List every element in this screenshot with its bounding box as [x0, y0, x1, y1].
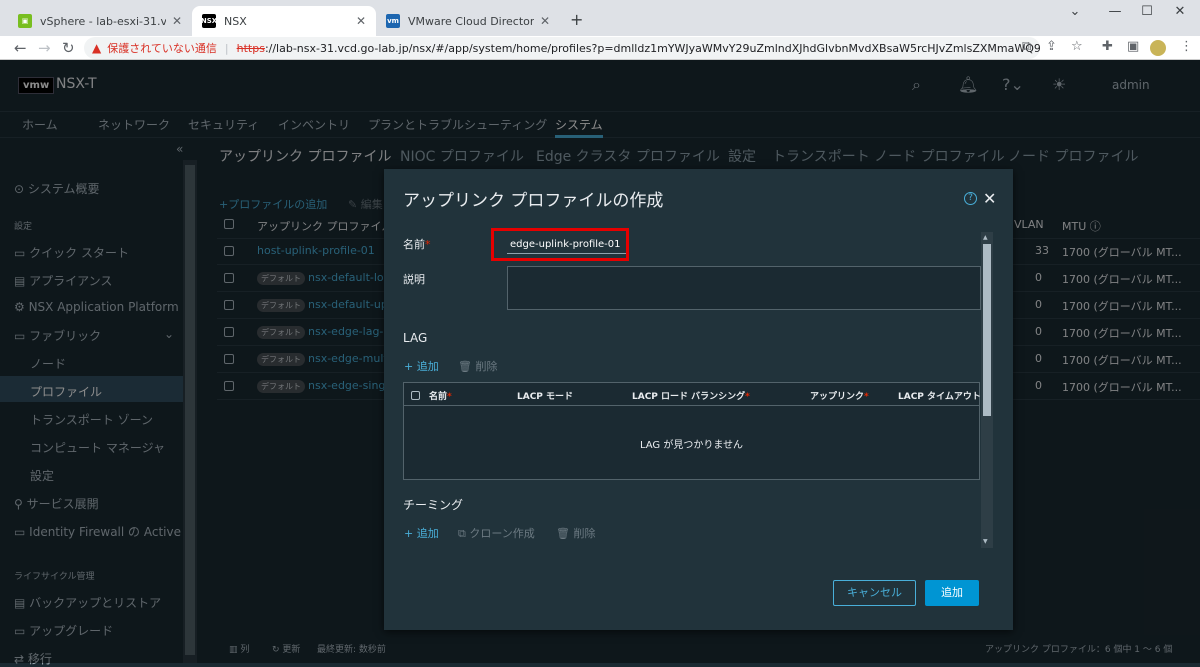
- url-scheme: https: [236, 41, 265, 55]
- lag-empty-message: LAG が見つかりません: [639, 440, 744, 451]
- sidepanel-icon[interactable]: ▣: [1127, 39, 1139, 54]
- insecure-label: 保護されていない通信: [107, 42, 217, 55]
- tab-search-icon[interactable]: ⌄: [1055, 0, 1095, 24]
- dialog-scroll-thumb[interactable]: [983, 244, 991, 416]
- lag-col-uplinks[interactable]: アップリンク*: [810, 389, 869, 402]
- url-field[interactable]: ▲ 保護されていない通信 | https ://lab-nsx-31.vcd.g…: [84, 37, 1040, 59]
- address-bar-row: ← → ↻ ▲ 保護されていない通信 | https ://lab-nsx-31…: [0, 36, 1200, 60]
- lag-col-lacp-mode[interactable]: LACP モード: [517, 389, 573, 402]
- tab-title: vSphere - lab-esxi-31.vcd.go-lab: [40, 14, 166, 28]
- menu-icon[interactable]: ⋮: [1180, 39, 1193, 54]
- reload-icon[interactable]: ↻: [62, 38, 75, 58]
- close-icon[interactable]: ✕: [172, 14, 182, 28]
- bookmark-star-icon[interactable]: ☆: [1071, 39, 1083, 54]
- lag-section-title: LAG: [403, 331, 428, 345]
- close-icon[interactable]: ✕: [540, 14, 550, 28]
- description-textarea[interactable]: [507, 266, 981, 310]
- vsphere-icon: ▣: [18, 14, 32, 28]
- teaming-clone-button[interactable]: ⧉ クローン作成: [458, 525, 535, 541]
- add-button[interactable]: 追加: [925, 580, 979, 606]
- lag-col-lacp-timeout[interactable]: LACP タイムアウト: [898, 389, 980, 402]
- lag-col-lacp-lb[interactable]: LACP ロード バランシング*: [632, 389, 750, 402]
- url-text: ://lab-nsx-31.vcd.go-lab.jp/nsx/#/app/sy…: [264, 41, 1040, 55]
- nsx-icon: NSX: [201, 14, 217, 28]
- browser-tab-strip: ▣ vSphere - lab-esxi-31.vcd.go-lab ✕ NSX…: [0, 0, 1200, 36]
- close-icon[interactable]: ✕: [356, 14, 366, 28]
- teaming-add-button[interactable]: + 追加: [404, 525, 439, 541]
- close-icon[interactable]: ✕: [983, 189, 996, 208]
- share-icon[interactable]: ⇪: [1046, 39, 1057, 54]
- teaming-section-title: チーミング: [403, 498, 464, 512]
- translate-icon[interactable]: ⧉: [1022, 39, 1031, 54]
- warning-icon: ▲: [92, 41, 102, 55]
- cancel-button[interactable]: キャンセル: [833, 580, 916, 606]
- window-close-icon[interactable]: ✕: [1160, 0, 1200, 24]
- vmware-icon: vm: [386, 14, 400, 28]
- new-tab-button[interactable]: +: [570, 10, 583, 29]
- name-label: 名前*: [403, 238, 431, 251]
- extensions-icon[interactable]: ✚: [1102, 39, 1113, 54]
- browser-tab-vsphere[interactable]: ▣ vSphere - lab-esxi-31.vcd.go-lab ✕: [8, 6, 192, 36]
- tab-title: NSX: [224, 14, 247, 28]
- forward-icon[interactable]: →: [38, 38, 51, 58]
- scroll-down-icon[interactable]: ▼: [983, 538, 988, 545]
- lag-col-name[interactable]: 名前*: [429, 389, 452, 402]
- highlight-box: [491, 228, 629, 261]
- teaming-delete-button[interactable]: 🗑︎ 削除: [556, 525, 595, 541]
- lag-delete-button[interactable]: 🗑︎ 削除: [458, 358, 497, 374]
- description-label: 説明: [403, 273, 425, 286]
- lag-select-all-checkbox[interactable]: [411, 391, 420, 400]
- help-icon[interactable]: ?: [964, 192, 977, 205]
- tab-title: VMware Cloud Director - 外部ネ: [408, 15, 534, 28]
- browser-tab-vcd[interactable]: vm VMware Cloud Director - 外部ネ ✕: [376, 6, 560, 36]
- back-icon[interactable]: ←: [14, 38, 27, 58]
- scroll-up-icon[interactable]: ▲: [983, 234, 988, 241]
- dialog-title: アップリンク プロファイルの作成: [403, 191, 664, 211]
- profile-avatar[interactable]: [1150, 40, 1166, 56]
- lag-add-button[interactable]: + 追加: [404, 358, 439, 374]
- browser-tab-nsx[interactable]: NSX NSX ✕: [192, 6, 376, 36]
